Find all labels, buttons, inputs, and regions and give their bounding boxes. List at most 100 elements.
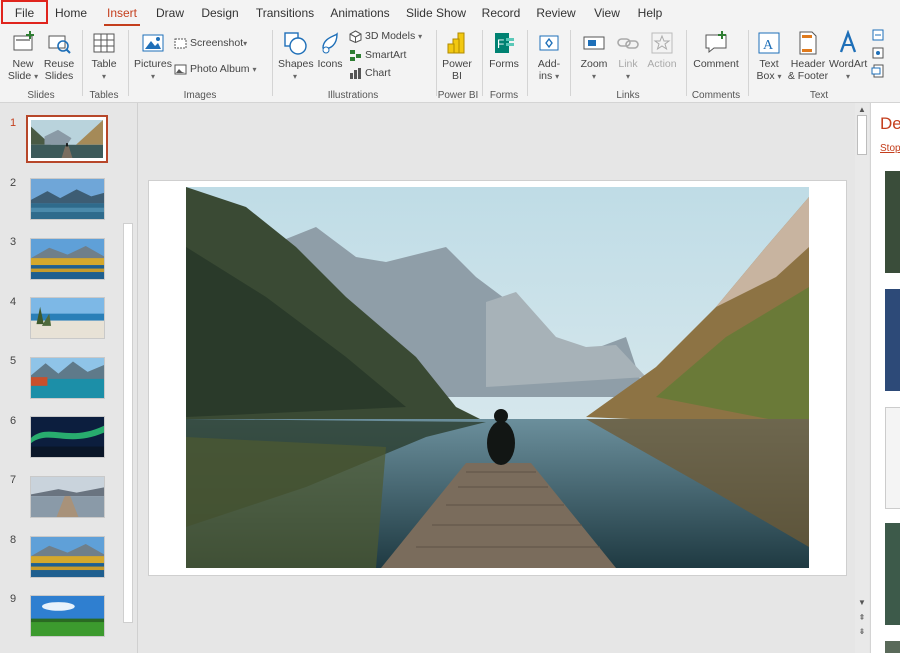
tab-record[interactable]: Record: [480, 0, 522, 26]
wordart-button[interactable]: WordArt ▾: [829, 30, 867, 83]
designer-title: De: [880, 114, 900, 133]
header-footer-button[interactable]: Header & Footer: [787, 30, 829, 82]
chart-button[interactable]: Chart: [349, 65, 391, 82]
add-ins-label-2: ins: [538, 70, 553, 82]
screenshot-button[interactable]: Screenshot▾: [174, 35, 247, 52]
slide-thumbnail-9[interactable]: [30, 595, 105, 637]
tab-help[interactable]: Help: [634, 0, 666, 26]
add-ins-label-1: Add-: [537, 58, 561, 70]
comment-icon: [705, 31, 727, 54]
slide-thumbnail-7[interactable]: [30, 476, 105, 518]
slide-thumbnail-1[interactable]: [26, 115, 108, 163]
ribbon-tab-bar: File Home Insert Draw Design Transitions…: [0, 0, 900, 26]
action-button[interactable]: Action: [644, 30, 680, 70]
next-slide-icon[interactable]: ⇟: [857, 627, 867, 636]
add-ins-button[interactable]: Add- ins ▾: [533, 30, 565, 83]
forms-icon: F: [495, 33, 514, 53]
tab-slide-show[interactable]: Slide Show: [404, 0, 468, 26]
design-idea-thumbnail[interactable]: [885, 171, 900, 273]
designer-pane: De Stop: [870, 103, 900, 653]
zoom-button[interactable]: Zoom ▾: [576, 30, 612, 83]
smartart-icon: [350, 49, 361, 61]
tab-review[interactable]: Review: [535, 0, 577, 26]
slide-thumbnail-4[interactable]: [30, 297, 105, 339]
tab-draw[interactable]: Draw: [152, 0, 188, 26]
designer-stop-link[interactable]: Stop: [880, 143, 900, 154]
slide-thumbnail-8[interactable]: [30, 536, 105, 578]
icons-button[interactable]: Icons: [314, 30, 346, 70]
text-box-label-1: Text: [759, 58, 779, 70]
design-idea-thumbnail[interactable]: [885, 289, 900, 391]
reuse-slides-icon: [48, 35, 71, 54]
slide-number: 1: [10, 117, 17, 129]
wordart-label: WordArt: [829, 58, 868, 70]
group-label-images: Images: [183, 90, 217, 101]
shapes-button[interactable]: Shapes ▾: [278, 30, 314, 83]
chart-icon: [350, 67, 361, 79]
text-box-button[interactable]: A Text Box ▾: [753, 30, 785, 83]
add-ins-icon: [539, 35, 559, 51]
scroll-down-arrow-icon[interactable]: ▼: [857, 598, 867, 607]
screenshot-icon: [174, 38, 187, 49]
screenshot-label: Screenshot: [190, 37, 244, 49]
text-extra-button-1[interactable]: [870, 28, 886, 45]
slide-number: 3: [10, 236, 17, 248]
pictures-icon: [142, 34, 164, 52]
previous-slide-icon[interactable]: ⇞: [857, 613, 867, 622]
3d-models-button[interactable]: 3D Models ▾: [349, 28, 422, 45]
new-slide-label-1: New: [12, 58, 34, 70]
smartart-label: SmartArt: [365, 49, 407, 61]
slide-number: 7: [10, 474, 17, 486]
slide-number: 2: [10, 177, 17, 189]
editor-vertical-scrollbar[interactable]: ▲ ▼ ⇞ ⇟: [855, 103, 869, 653]
scroll-thumb[interactable]: [857, 115, 867, 155]
thumbnail-scrollbar[interactable]: [123, 223, 133, 623]
tab-file[interactable]: File: [1, 0, 48, 24]
pictures-button[interactable]: Pictures ▾: [134, 30, 172, 83]
power-bi-button[interactable]: Power BI: [440, 30, 474, 82]
tab-transitions[interactable]: Transitions: [254, 0, 316, 26]
slide-thumbnail-6[interactable]: [30, 416, 105, 458]
link-button[interactable]: Link ▾: [613, 30, 643, 83]
slide-thumbnail-image: [31, 120, 103, 158]
power-bi-label-1: Power: [442, 58, 472, 70]
new-slide-label-2: Slide: [7, 70, 32, 82]
group-label-comments: Comments: [691, 90, 741, 101]
reuse-slides-button[interactable]: Reuse Slides: [42, 30, 76, 82]
design-idea-thumbnail[interactable]: [885, 407, 900, 509]
table-button[interactable]: Table ▾: [86, 30, 122, 83]
design-idea-thumbnail[interactable]: [885, 641, 900, 653]
comment-button[interactable]: Comment: [690, 30, 742, 70]
text-extra-button-3[interactable]: [870, 64, 886, 81]
slide-thumbnail-2[interactable]: [30, 178, 105, 220]
slide-thumbnail-image: [31, 298, 104, 338]
tab-design[interactable]: Design: [199, 0, 241, 26]
design-idea-thumbnail[interactable]: [885, 523, 900, 625]
header-footer-icon: [799, 31, 817, 55]
new-slide-icon: [13, 31, 34, 51]
tab-view[interactable]: View: [590, 0, 624, 26]
tab-home[interactable]: Home: [52, 0, 90, 26]
scroll-up-arrow-icon[interactable]: ▲: [857, 105, 867, 114]
svg-text:F: F: [497, 37, 504, 51]
slide-thumbnail-5[interactable]: [30, 357, 105, 399]
slide-thumbnail-3[interactable]: [30, 238, 105, 280]
photo-album-button[interactable]: Photo Album ▾: [174, 61, 256, 78]
shapes-icon: [284, 32, 307, 55]
text-extra-button-2[interactable]: [870, 46, 886, 63]
reuse-slides-label-2: Slides: [44, 70, 74, 82]
tab-insert[interactable]: Insert: [101, 0, 143, 26]
forms-button[interactable]: F Forms: [486, 30, 522, 70]
text-box-label-2: Box: [756, 70, 775, 82]
action-label: Action: [647, 58, 677, 70]
shapes-label: Shapes: [278, 58, 314, 70]
group-label-tables: Tables: [89, 90, 119, 101]
new-slide-button[interactable]: New Slide ▾: [6, 30, 40, 83]
text-extra-icon-3: [871, 64, 884, 78]
slide-canvas[interactable]: [148, 180, 847, 576]
group-label-forms: Forms: [489, 90, 519, 101]
smartart-button[interactable]: SmartArt: [349, 47, 406, 64]
slide-picture[interactable]: [186, 187, 809, 568]
tab-animations[interactable]: Animations: [329, 0, 391, 26]
header-footer-label-2: & Footer: [787, 70, 829, 82]
